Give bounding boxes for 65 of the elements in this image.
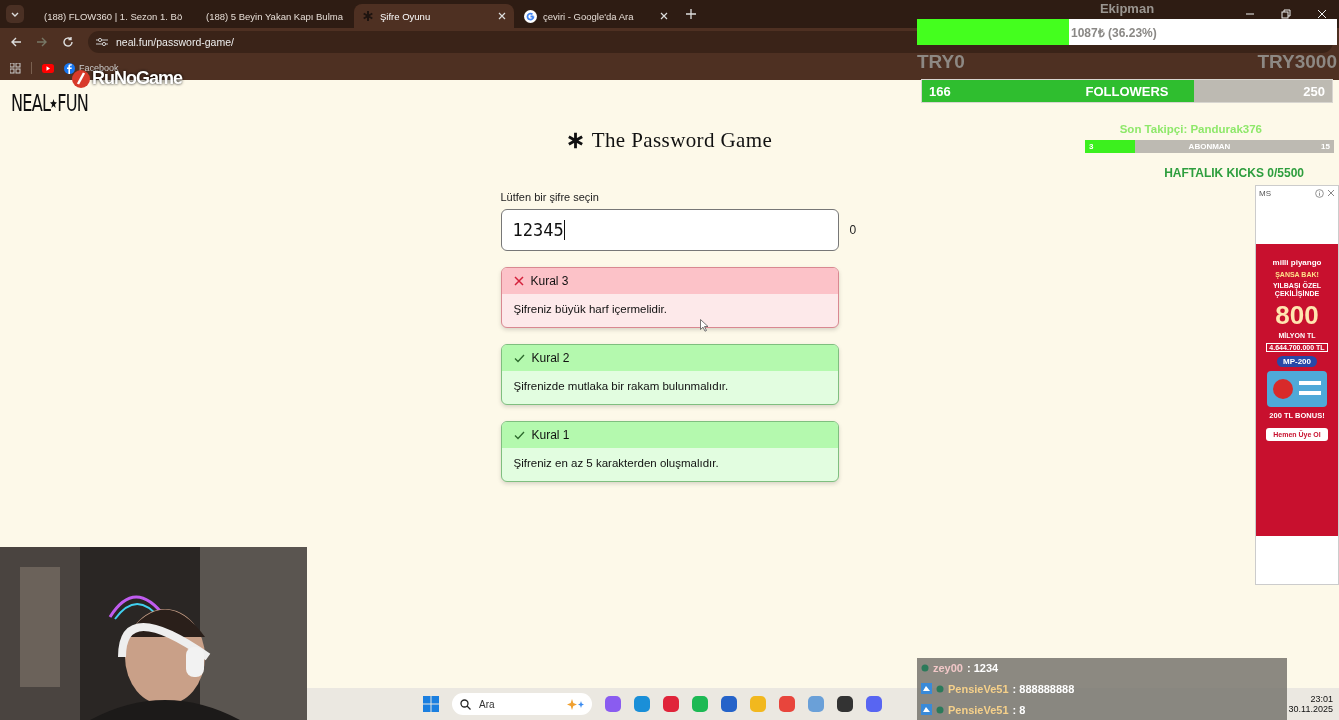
goal-maximum: TRY3000: [1257, 51, 1337, 73]
chat-text: : 888888888: [1012, 683, 1075, 695]
taskbar-search[interactable]: Ara: [452, 693, 592, 715]
clock[interactable]: 23:01 30.11.2025: [1288, 694, 1339, 714]
rule-title: Kural 2: [531, 351, 570, 365]
page-title: The Password Game: [591, 128, 773, 153]
password-field[interactable]: 12345: [500, 209, 839, 251]
site-settings-icon[interactable]: [96, 37, 108, 47]
chat-username: PensieVe51: [948, 683, 1009, 695]
site-logo[interactable]: NEAL FUN: [11, 90, 89, 116]
new-tab-icon[interactable]: [686, 9, 696, 19]
browser-tab[interactable]: (188) 5 Beyin Yakan Kapı Bulma: [192, 4, 352, 28]
subscribers-label: ABONMAN: [1188, 142, 1231, 151]
google-icon: [524, 9, 537, 23]
check-icon: [513, 353, 525, 363]
start-icon[interactable]: [423, 696, 439, 712]
last-follower: Son Takipçi: Pandurak376: [1119, 123, 1262, 135]
ticket-icon: [1267, 371, 1327, 407]
ad-amount: 800: [1275, 302, 1319, 328]
mouse-cursor-icon: [700, 319, 709, 332]
ad-sponsor: MS: [1259, 189, 1272, 198]
followers-goal: 250: [1303, 83, 1325, 99]
cross-icon: [513, 276, 524, 286]
rule-text: Şifrenizde mutlaka bir rakam bulunmalıdır.: [512, 379, 730, 394]
app-icon[interactable]: [837, 696, 853, 712]
video-icon[interactable]: [42, 63, 54, 73]
chat-username: zey00: [933, 662, 963, 675]
check-icon: [513, 430, 525, 440]
reload-icon[interactable]: [62, 36, 74, 48]
ad-badge: MP-200: [1277, 356, 1317, 367]
search-icon: [460, 698, 471, 710]
restore-icon[interactable]: [1281, 9, 1291, 19]
back-icon[interactable]: [10, 36, 22, 48]
chat-username: PensieVe51: [948, 703, 1009, 716]
followers-label: FOLLOWERS: [1085, 83, 1169, 99]
rule-title: Kural 1: [531, 428, 570, 442]
browser-tab[interactable]: (188) FLOW360 | 1. Sezon 1. Bö: [30, 4, 190, 28]
ad-brand: milli piyango: [1272, 258, 1322, 267]
apps-grid-icon[interactable]: [10, 62, 21, 74]
status-dot-icon: [921, 664, 929, 673]
status-dot-icon: [936, 705, 944, 714]
chat-text: : 1234: [967, 662, 999, 675]
rule-text: Şifreniz büyük harf içermelidir.: [512, 302, 668, 317]
status-dot-icon: [936, 685, 944, 693]
f-logo-icon: [64, 62, 75, 74]
subscribers-count: 3: [1089, 142, 1094, 151]
browser-tab[interactable]: Şifre Oyunu: [354, 4, 514, 28]
sparkle-icon[interactable]: [566, 698, 586, 710]
field-label: Lütfen bir şifre seçin: [500, 191, 600, 203]
weekly-kicks: HAFTALIK KICKS 0/5500: [1164, 166, 1304, 180]
asterisk-icon: [566, 132, 584, 149]
overlay-title: Ekipman: [1099, 0, 1155, 18]
character-count: 0: [849, 223, 857, 237]
browser-tab[interactable]: çeviri - Google'da Ara: [516, 4, 676, 28]
subscribers-goal: 15: [1321, 142, 1330, 151]
asterisk-icon: [362, 10, 374, 22]
followers-count: 166: [929, 83, 951, 99]
tab-list-button[interactable]: [6, 5, 24, 23]
rule-text: Şifreniz en az 5 karakterden oluşmalıdır.: [512, 456, 720, 471]
app-icon[interactable]: [721, 696, 737, 712]
rule-title: Kural 3: [530, 274, 569, 288]
chat-text: : 8: [1012, 703, 1026, 716]
goal-minimum: TRY0: [917, 51, 965, 73]
forward-icon[interactable]: [36, 36, 48, 48]
info-icon[interactable]: [1315, 189, 1324, 198]
